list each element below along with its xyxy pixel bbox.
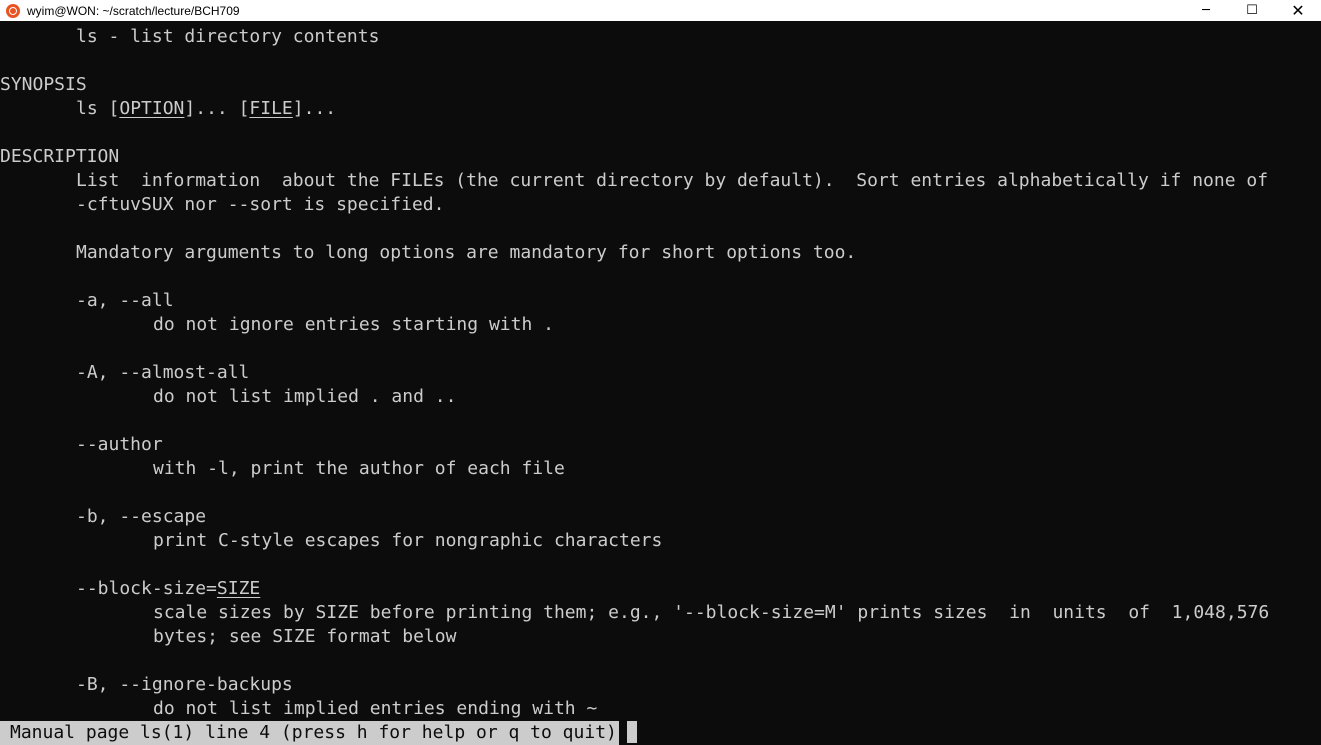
synopsis-end: ]... (292, 98, 337, 119)
description-line-3: Mandatory arguments to long options are … (76, 242, 857, 263)
option-description: do not ignore entries starting with . (153, 314, 554, 335)
option-description: with -l, print the author of each file (153, 458, 565, 479)
description-heading: DESCRIPTION (0, 146, 120, 167)
synopsis-mid: ]... [ (184, 98, 250, 119)
synopsis-heading: SYNOPSIS (0, 74, 87, 95)
minimize-button[interactable]: ─ (1183, 0, 1229, 21)
option-flag: --author (76, 434, 163, 455)
option-flag: -b, --escape (76, 506, 207, 527)
option-flag: -B, --ignore-backups (76, 674, 293, 695)
terminal-output[interactable]: ls - list directory contents SYNOPSIS ls… (0, 27, 1321, 719)
synopsis-line: ls [OPTION]... [FILE]... (76, 97, 336, 121)
maximize-button[interactable]: ☐ (1229, 0, 1275, 21)
option-flag-prefix: --block-size= (76, 578, 217, 599)
synopsis-file: FILE (249, 98, 293, 119)
synopsis-option: OPTION (119, 98, 185, 119)
description-line-1: List information about the FILEs (the cu… (76, 170, 1269, 191)
pager-status-line: Manual page ls(1) line 4 (press h for he… (0, 721, 619, 745)
option-flag-arg: SIZE (216, 578, 261, 599)
synopsis-ls: ls (76, 98, 109, 119)
option-description: print C-style escapes for nongraphic cha… (153, 530, 663, 551)
description-line-2: -cftuvSUX nor --sort is specified. (76, 194, 445, 215)
option-flag: -A, --almost-all (76, 362, 250, 383)
window-controls: ─ ☐ ✕ (1183, 0, 1321, 21)
terminal-cursor (627, 721, 637, 743)
option-description: scale sizes by SIZE before printing them… (153, 602, 1270, 623)
option-flag: -a, --all (76, 290, 174, 311)
option-description: do not list implied . and .. (153, 386, 457, 407)
window-title-bar[interactable]: wyim@WON: ~/scratch/lecture/BCH709 ─ ☐ ✕ (0, 0, 1321, 21)
option-description: bytes; see SIZE format below (153, 626, 457, 647)
window-title: wyim@WON: ~/scratch/lecture/BCH709 (27, 3, 240, 18)
option-description: do not list implied entries ending with … (153, 698, 598, 719)
man-name-line: ls - list directory contents (76, 27, 380, 47)
option-flag: --block-size=SIZE (76, 577, 260, 601)
close-button[interactable]: ✕ (1275, 0, 1321, 21)
synopsis-open: [ (108, 98, 120, 119)
ubuntu-icon (6, 3, 20, 18)
